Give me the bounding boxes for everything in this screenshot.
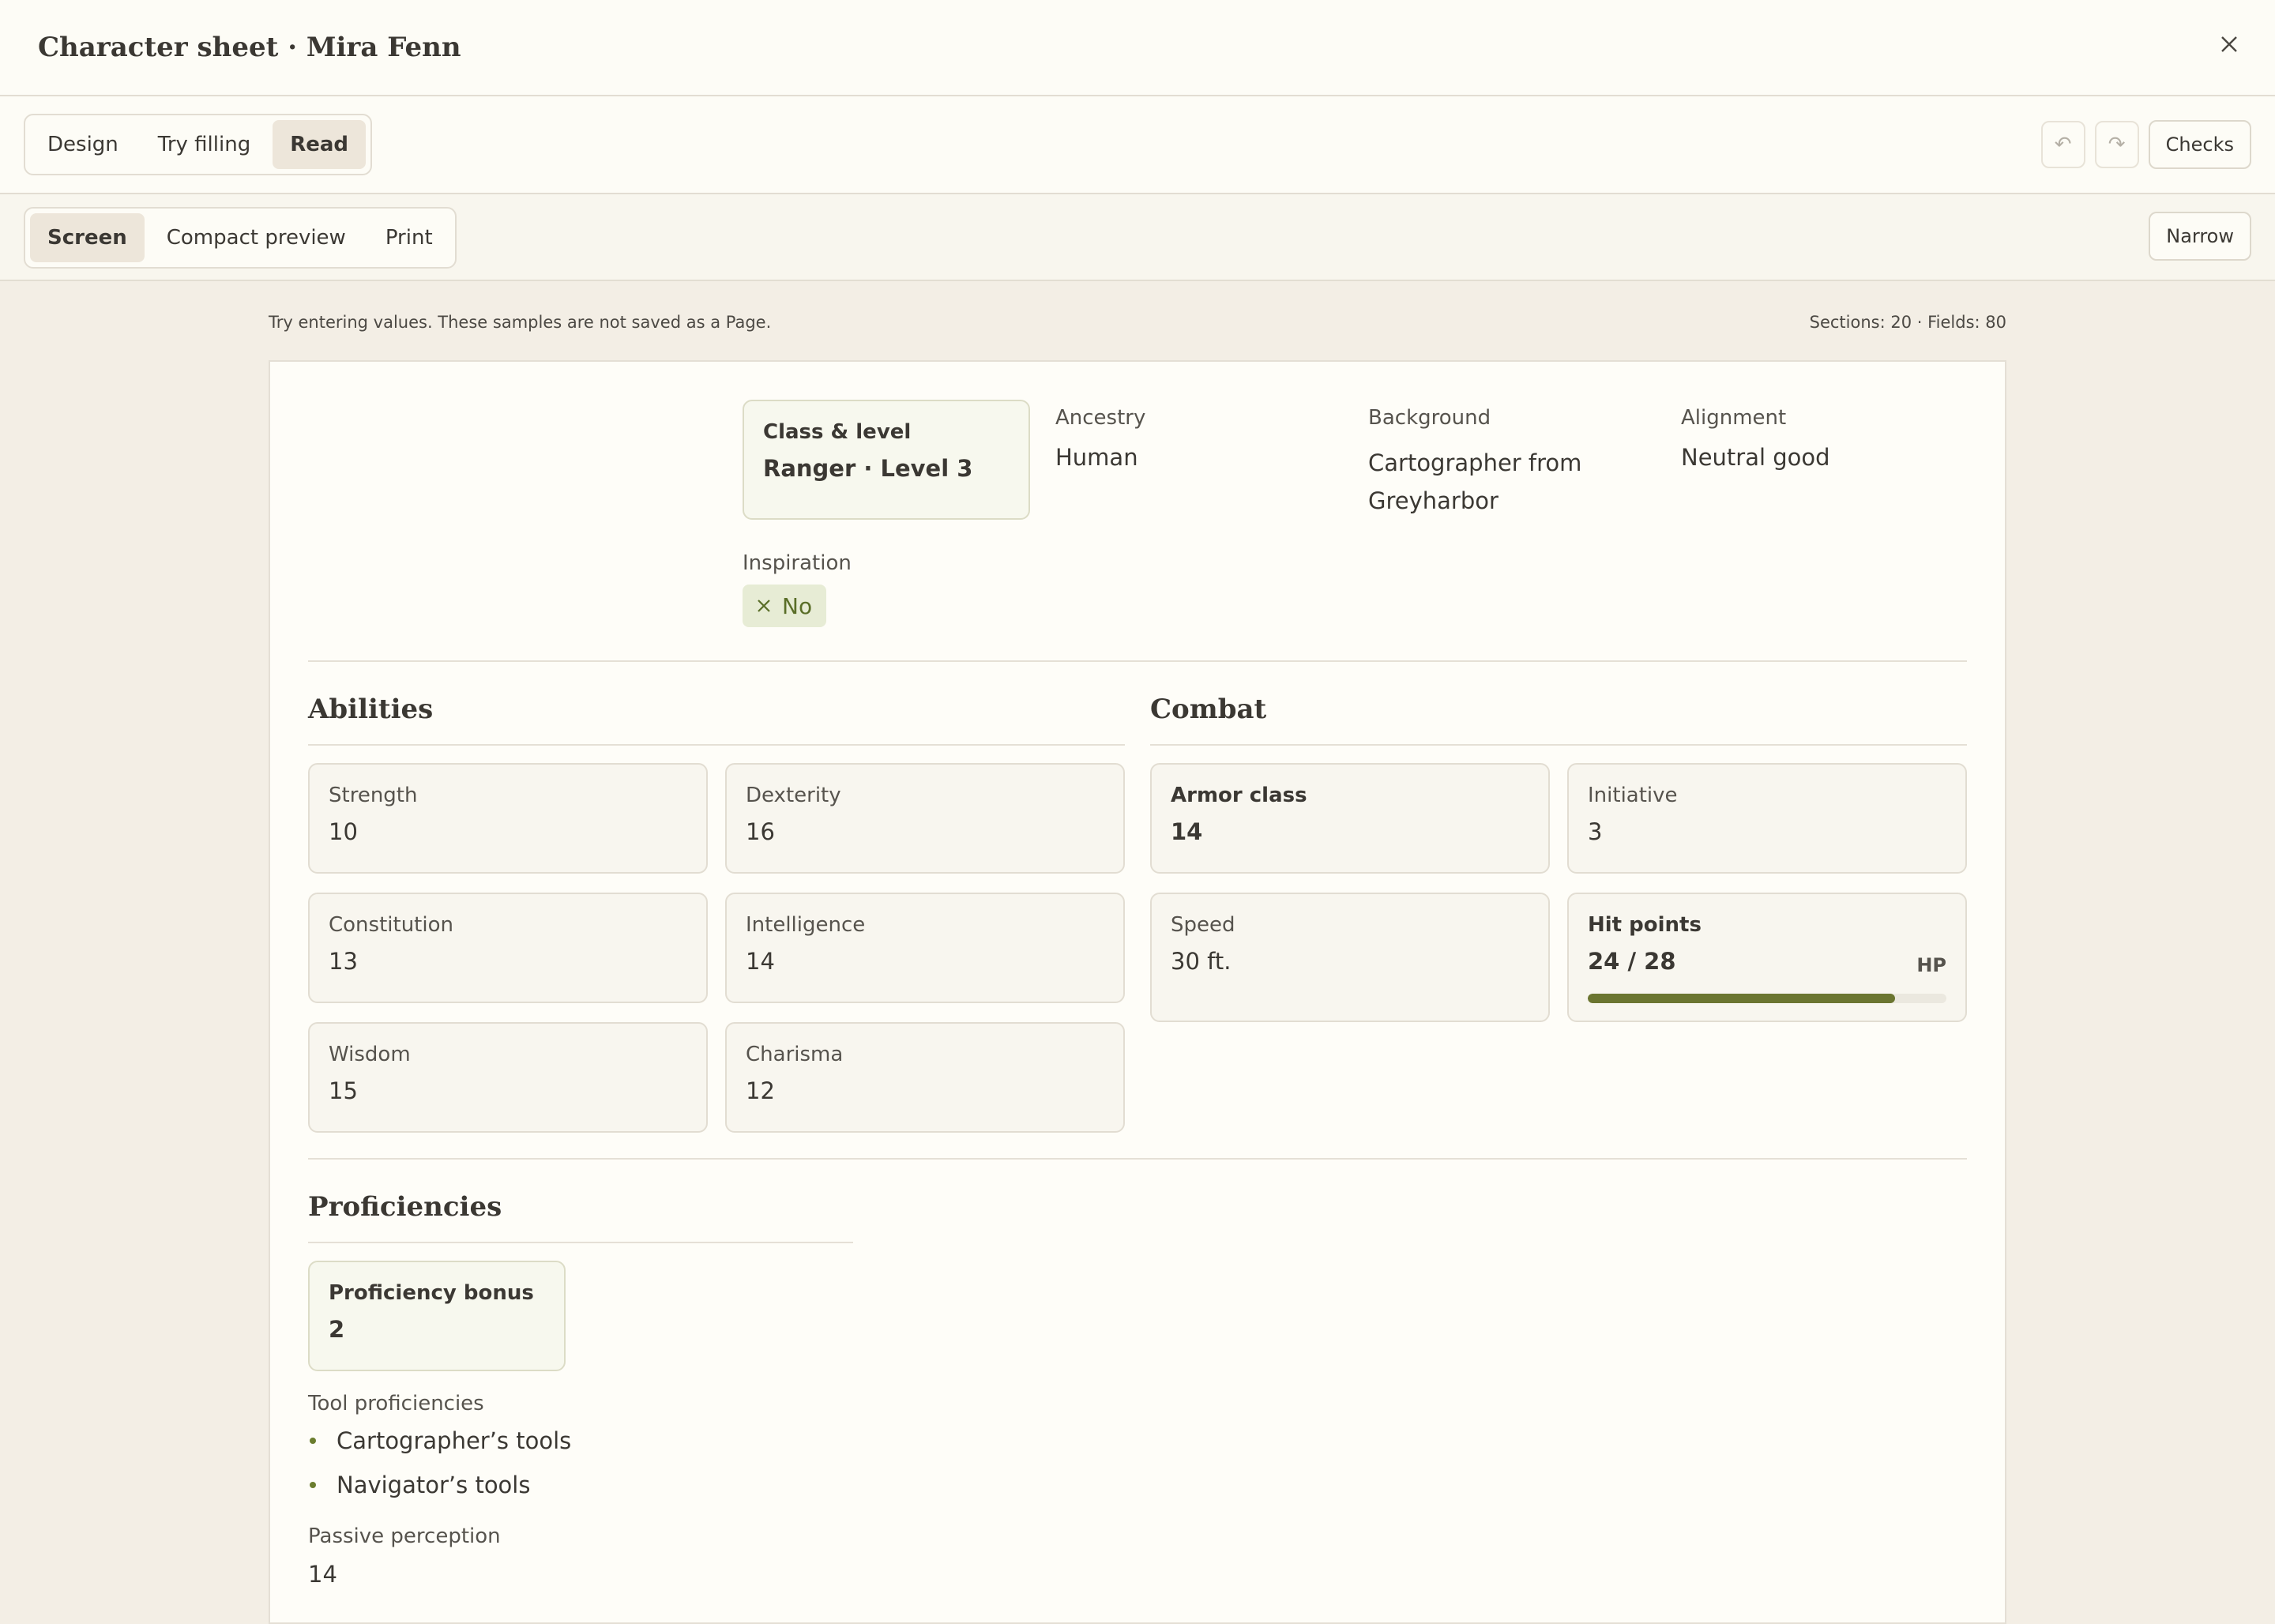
passive-perception-label: Passive perception — [308, 1524, 501, 1548]
hit-points-unit: HP — [1916, 954, 1946, 976]
proficiency-bonus-label: Proficiency bonus — [329, 1281, 534, 1305]
inspiration-label: Inspiration — [743, 551, 852, 575]
ability-intelligence[interactable]: Intelligence 14 — [725, 893, 1125, 1003]
ancestry-label: Ancestry — [1055, 406, 1146, 430]
x-icon — [758, 600, 770, 612]
divider — [308, 1158, 1967, 1160]
ability-constitution[interactable]: Constitution 13 — [308, 893, 708, 1003]
redo-icon: ↷ — [2108, 133, 2126, 156]
ability-label: Constitution — [329, 913, 453, 937]
tab-try-filling[interactable]: Try filling — [141, 120, 268, 169]
ancestry-field: Ancestry Human — [1055, 406, 1145, 471]
hit-points-bar — [1588, 994, 1946, 1003]
inspiration-badge[interactable]: No — [743, 585, 827, 627]
armor-class-value: 14 — [1171, 818, 1203, 845]
ability-label: Dexterity — [746, 784, 841, 807]
tab-screen[interactable]: Screen — [30, 213, 145, 262]
armor-class-field[interactable]: Armor class 14 — [1150, 763, 1550, 874]
list-item: Cartographer’s tools — [308, 1419, 571, 1463]
speed-label: Speed — [1171, 913, 1235, 937]
title-bar: Character sheet · Mira Fenn — [0, 0, 2275, 96]
view-switcher: Screen Compact preview Print — [24, 207, 457, 269]
ability-value: 14 — [746, 948, 775, 975]
ability-label: Intelligence — [746, 913, 866, 937]
ability-label: Wisdom — [329, 1043, 411, 1066]
background-label: Background — [1368, 406, 1491, 430]
tab-design[interactable]: Design — [30, 120, 136, 169]
class-level-field[interactable]: Class & level Ranger · Level 3 — [743, 400, 1030, 520]
class-level-label: Class & level — [763, 420, 912, 444]
ability-charisma[interactable]: Charisma 12 — [725, 1022, 1125, 1133]
tool-proficiencies-label: Tool proficiencies — [308, 1392, 484, 1415]
tab-print[interactable]: Print — [368, 213, 450, 262]
passive-perception-value: 14 — [308, 1561, 337, 1588]
narrow-button[interactable]: Narrow — [2149, 212, 2251, 261]
alignment-field: Alignment Neutral good — [1681, 406, 1830, 471]
tab-read[interactable]: Read — [273, 120, 367, 169]
ability-label: Strength — [329, 784, 418, 807]
ability-value: 12 — [746, 1077, 775, 1104]
combat-title: Combat — [1150, 694, 1267, 725]
character-sheet: Class & level Ranger · Level 3 Ancestry … — [269, 360, 2006, 1624]
view-toolbar: Screen Compact preview Print Narrow — [0, 194, 2275, 281]
hit-points-value: 24 / 28 — [1588, 948, 1676, 975]
checks-button[interactable]: Checks — [2148, 120, 2251, 169]
hit-points-field[interactable]: Hit points 24 / 28 HP — [1567, 893, 1967, 1022]
redo-button[interactable]: ↷ — [2094, 121, 2139, 168]
list-item: Navigator’s tools — [308, 1463, 571, 1507]
page-title: Character sheet · Mira Fenn — [38, 32, 461, 63]
divider — [308, 660, 1967, 662]
mode-switcher: Design Try filling Read — [24, 114, 373, 175]
background-field: Background Cartographer from Greyharbor — [1368, 406, 1581, 520]
speed-value: 30 ft. — [1171, 948, 1232, 975]
ability-label: Charisma — [746, 1043, 844, 1066]
ability-dexterity[interactable]: Dexterity 16 — [725, 763, 1125, 874]
close-button[interactable] — [2213, 28, 2245, 60]
hit-points-label: Hit points — [1588, 913, 1702, 937]
background-value-line-1: Cartographer from — [1368, 449, 1582, 476]
inspiration-value: No — [782, 592, 813, 619]
undo-icon: ↶ — [2054, 133, 2072, 156]
abilities-title: Abilities — [308, 694, 434, 725]
class-level-value: Ranger · Level 3 — [763, 455, 973, 482]
tab-compact-preview[interactable]: Compact preview — [149, 213, 363, 262]
hit-points-bar-fill — [1588, 994, 1896, 1003]
tool-proficiencies-list: Cartographer’s tools Navigator’s tools — [308, 1419, 571, 1507]
alignment-value: Neutral good — [1681, 444, 1830, 471]
close-icon — [2221, 36, 2237, 52]
proficiency-bonus-value: 2 — [329, 1316, 345, 1343]
ancestry-value: Human — [1055, 444, 1138, 471]
mode-toolbar: Design Try filling Read ↶ ↷ Checks — [0, 96, 2275, 194]
ability-value: 15 — [329, 1077, 358, 1104]
ability-value: 13 — [329, 948, 358, 975]
proficiency-bonus-field[interactable]: Proficiency bonus 2 — [308, 1261, 566, 1371]
combat-rule — [1150, 744, 1967, 746]
undo-button[interactable]: ↶ — [2040, 121, 2085, 168]
background-value: Cartographer from Greyharbor — [1368, 444, 1581, 520]
preview-note: Try entering values. These samples are n… — [269, 313, 772, 332]
ability-value: 10 — [329, 818, 358, 845]
speed-field[interactable]: Speed 30 ft. — [1150, 893, 1550, 1022]
alignment-label: Alignment — [1681, 406, 1787, 430]
ability-value: 16 — [746, 818, 775, 845]
sheet-stats: Sections: 20 · Fields: 80 — [1809, 313, 2006, 332]
abilities-rule — [308, 744, 1125, 746]
ability-strength[interactable]: Strength 10 — [308, 763, 708, 874]
background-value-line-2: Greyharbor — [1368, 487, 1498, 514]
initiative-field[interactable]: Initiative 3 — [1567, 763, 1967, 874]
ability-wisdom[interactable]: Wisdom 15 — [308, 1022, 708, 1133]
armor-class-label: Armor class — [1171, 784, 1307, 807]
initiative-label: Initiative — [1588, 784, 1678, 807]
initiative-value: 3 — [1588, 818, 1603, 845]
proficiencies-rule — [308, 1242, 853, 1243]
proficiencies-title: Proficiencies — [308, 1191, 502, 1223]
